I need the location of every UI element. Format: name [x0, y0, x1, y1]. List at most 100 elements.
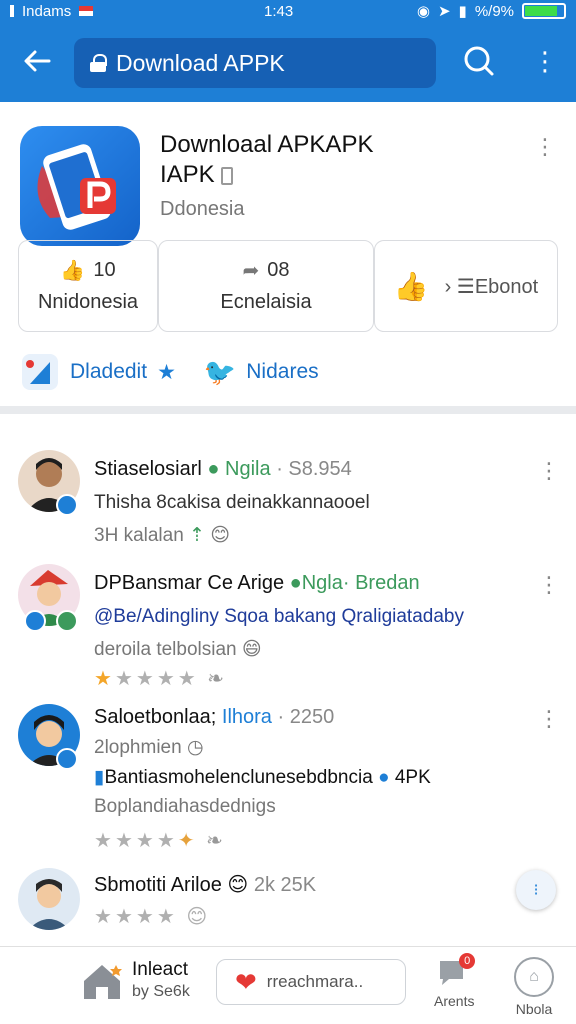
nav-tab-alerts[interactable]: 0 Arents [434, 953, 476, 1009]
app-title: Downloaal APKAPK IAPK [160, 130, 520, 190]
status-right: ◉ ➤ ▮ %/9% [417, 2, 566, 20]
app-title-line2-text: IAPK [160, 161, 215, 188]
review-text-suffix: 4PK [394, 767, 431, 788]
heart-icon: ❤ [235, 966, 257, 997]
clock: 1:43 [264, 2, 294, 20]
notification-badge: 0 [459, 953, 476, 969]
sparkle-icon: ✦ [177, 830, 198, 852]
review-more-icon[interactable]: ⋮ [538, 706, 560, 732]
app-title-line2: IAPK [160, 160, 520, 190]
share-links: Dladedit ★ 🐦 Nidares [20, 352, 319, 392]
review-author-name: Sbmotiti Ariloe [94, 874, 222, 896]
comment-input[interactable]: ❤ rreachmara.. [216, 959, 406, 1005]
nav-tab-alerts-label: Arents [434, 993, 475, 1009]
star-rating: ★★★★✦ ❧ [94, 828, 226, 853]
star-icon: ★ [157, 360, 176, 384]
stat-like-value: › ☰Ebonot [444, 275, 539, 298]
link-nidares[interactable]: Nidares [246, 360, 318, 384]
share-arrow-icon: ➦ [242, 260, 260, 282]
bottom-nav: Inleact by Se6k ❤ rreachmara.. 0 Arents … [0, 946, 576, 1024]
app-developer: Ddonesia [160, 198, 245, 220]
like-icon: 👍 [393, 270, 429, 302]
review-text-content: Bantiasmohelenclunesebdbncia [104, 767, 373, 788]
smile-emoji-icon: 😊 [186, 906, 211, 928]
review-text[interactable]: ▮Bantiasmohelenclunesebdbncia ● 4PK [94, 766, 431, 789]
review-more-icon[interactable]: ⋮ [538, 572, 560, 598]
star-icon: ★ [114, 668, 136, 690]
stat-like[interactable]: 👍 › ☰Ebonot [374, 240, 558, 332]
stat-downloads-label: Ecnelaisia [220, 291, 312, 313]
review-author: Sbmotiti Ariloe 😊 2k 25K [94, 872, 316, 897]
review-time: 2lophmien ◷ [94, 736, 204, 759]
nav-home[interactable]: Inleact by Se6k [80, 959, 190, 1003]
review-author-name: DPBansmar Ce Arige [94, 572, 285, 594]
verified-icon: ● [207, 458, 220, 480]
smile-emoji-icon: 😊 [227, 874, 249, 896]
more-vert-icon[interactable]: ⋮ [530, 44, 560, 78]
comment-input-text: rreachmara.. [266, 972, 364, 991]
stat-downloads-value: 08 [267, 259, 290, 281]
battery-icon [522, 3, 566, 19]
app-logo-icon[interactable] [20, 352, 60, 392]
review-subtext-text: deroila telbolsian [94, 639, 237, 660]
blue-box-icon: ▮ [94, 767, 105, 788]
stat-like-text: Ebonot [474, 275, 539, 298]
address-bar[interactable]: Download APPK [74, 38, 436, 88]
smile-emoji-icon: 😊 [210, 525, 231, 546]
carrier-name: Indams [22, 2, 72, 20]
app-header-card: Downloaal APKAPK IAPK Ddonesia ⋮ 👍 10 Nni… [0, 102, 576, 414]
app-icon[interactable] [20, 126, 140, 246]
flag-icon [79, 6, 94, 16]
link-dladedit[interactable]: Dladedit [70, 360, 147, 384]
review-meta-text: Ngila [225, 458, 271, 480]
app-bar: Download APPK ⋮ [0, 22, 576, 115]
review-meta: ● Ngila [207, 458, 270, 480]
twitter-bird-icon[interactable]: 🐦 [204, 357, 236, 388]
review-meta: Ilhora [221, 706, 272, 728]
review-time: 3H kalalan ⇡ 😊 [94, 524, 230, 547]
stat-rating: 👍 10 Nnidonesia [18, 240, 158, 332]
clock-icon: ◷ [186, 737, 204, 758]
search-icon[interactable] [462, 44, 496, 78]
review-time-text: 2lophmien [94, 737, 182, 758]
star-icon: ★ [94, 830, 115, 852]
battery-percent: %/9% [474, 2, 514, 20]
review-subtext: deroila telbolsian 😄 [94, 638, 262, 661]
star-rating: ★★★★ 😊 [94, 904, 210, 929]
chat-heart-icon: 0 [437, 953, 476, 989]
back-arrow-icon[interactable] [20, 44, 54, 78]
review-text[interactable]: @Be/Adingliny Sqoa bakang Qraligiatadaby [94, 606, 464, 628]
nav-home-text: Inleact by Se6k [132, 959, 190, 1003]
nav-home-sub: by Se6k [132, 983, 190, 1000]
stats-row: 👍 10 Nnidonesia ➦ 08 Ecnelaisia 👍 › ☰Ebono… [18, 240, 558, 332]
star-icon: ★ [135, 906, 157, 928]
star-icon: ★ [114, 830, 136, 852]
nav-home-title: Inleact [132, 959, 188, 980]
card-more-icon[interactable]: ⋮ [534, 134, 556, 160]
chat-bubble-icon: ● [378, 767, 390, 788]
stat-downloads: ➦ 08 Ecnelaisia [158, 240, 374, 332]
phone-icon [221, 166, 234, 185]
review-author: Saloetbonlaa; Ilhora · 2250 [94, 706, 334, 729]
star-icon: ★ [135, 830, 157, 852]
review-more-icon[interactable]: ⋮ [538, 458, 560, 484]
review-meta: ●Ngla· Bredan [290, 572, 420, 594]
review-author: Stiaselosiarl ● Ngila · S8.954 [94, 458, 352, 481]
verified-icon: ● [289, 572, 302, 594]
profile-icon: ⌂ [514, 957, 554, 997]
verified-badge-icon [56, 494, 78, 516]
home-icon [84, 965, 122, 999]
status-bar: Indams 1:43 ◉ ➤ ▮ %/9% [0, 0, 576, 22]
star-rating: ★★★★★ ❧ [94, 666, 227, 691]
star-icon: ★ [135, 668, 157, 690]
scroll-button[interactable]: ⁝ [516, 870, 556, 910]
avatar[interactable] [18, 868, 80, 930]
review-author: DPBansmar Ce Arige ●Ngla· Bredan [94, 572, 420, 595]
review-author-name: Stiaselosiarl [94, 458, 202, 480]
review-subtext: Boplandiahasdednigs [94, 796, 276, 817]
leaf-icon: ⇡ [189, 525, 205, 546]
review-count: 2k 25K [253, 874, 317, 896]
wifi-icon: ◉ [416, 3, 430, 20]
nav-tab-profile[interactable]: ⌂ Nbola [514, 957, 554, 1017]
grin-emoji-icon: 😄 [241, 639, 262, 660]
